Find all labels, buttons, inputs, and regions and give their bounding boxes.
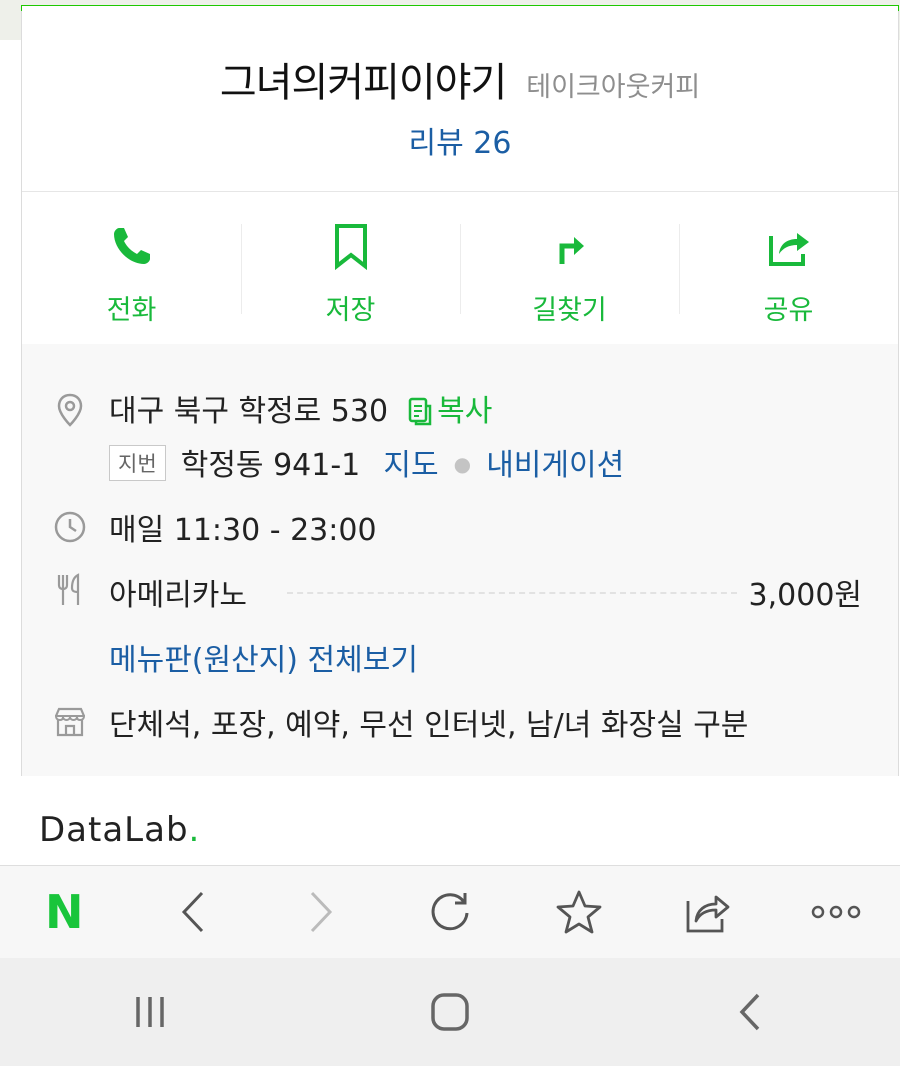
road-address: 대구 북구 학정로 530	[109, 394, 389, 429]
forward-icon	[311, 891, 333, 933]
place-name: 그녀의커피이야기	[219, 60, 507, 106]
separator-dot: ●	[453, 452, 472, 476]
refresh-button[interactable]	[386, 866, 515, 959]
share-icon	[768, 233, 809, 266]
jibeon-badge: 지번	[109, 445, 166, 481]
forward-button[interactable]	[257, 866, 386, 959]
more-icon	[811, 905, 860, 919]
back-button[interactable]	[129, 866, 258, 959]
recent-apps-icon	[136, 997, 164, 1027]
location-pin-icon	[57, 393, 83, 427]
call-button[interactable]: 전화	[22, 192, 241, 344]
datalab-dot: .	[188, 810, 201, 850]
system-nav-bar	[0, 958, 900, 1066]
clock-icon	[54, 511, 86, 543]
browser-share-button[interactable]	[643, 866, 772, 959]
business-hours: 매일 11:30 - 23:00	[109, 513, 377, 548]
save-button[interactable]: 저장	[241, 192, 460, 344]
fork-knife-icon	[57, 573, 80, 605]
jibeon-address: 학정동 941-1	[180, 448, 361, 483]
menu-leader-line	[287, 592, 737, 594]
copy-label: 복사	[437, 394, 493, 429]
datalab-logo[interactable]: DataLab.	[39, 810, 200, 850]
naver-logo: N	[45, 885, 84, 939]
title-row: 그녀의커피이야기 테이크아웃커피	[22, 50, 898, 108]
home-icon	[431, 993, 469, 1031]
menu-all-link[interactable]: 메뉴판(원산지) 전체보기	[109, 635, 418, 679]
place-info: 대구 북구 학정로 530 복사 지번 학정동 941-1 지도 ● 내비게이션	[22, 344, 898, 776]
call-label: 전화	[106, 295, 157, 326]
menu-item-name: 아메리카노	[109, 578, 247, 613]
bookmark-icon	[334, 224, 367, 270]
phone-icon	[113, 228, 150, 264]
action-bar: 전화 저장 길찾기 공유	[22, 192, 898, 344]
copy-icon	[408, 397, 432, 426]
menu-item-price: 3,000원	[748, 578, 862, 613]
chevron-left-icon	[739, 993, 760, 1031]
directions-icon	[559, 237, 584, 264]
datalab-text: DataLab	[39, 810, 189, 850]
store-icon	[54, 707, 86, 737]
system-back-button[interactable]	[600, 958, 900, 1066]
share-button[interactable]: 공유	[679, 192, 898, 344]
copy-address-button[interactable]: 복사	[407, 394, 492, 429]
browser-toolbar: N	[0, 865, 900, 958]
navigation-link[interactable]: 내비게이션	[486, 448, 624, 483]
back-icon	[181, 891, 203, 933]
naver-home-button[interactable]: N	[0, 866, 129, 959]
share-icon	[686, 895, 730, 933]
more-button[interactable]	[771, 866, 900, 959]
review-link[interactable]: 리뷰 26	[22, 118, 898, 162]
share-label: 공유	[763, 295, 814, 326]
star-icon	[556, 890, 601, 934]
directions-label: 길찾기	[532, 295, 607, 326]
amenities-text: 단체석, 포장, 예약, 무선 인터넷, 남/녀 화장실 구분	[109, 708, 749, 743]
directions-button[interactable]: 길찾기	[460, 192, 679, 344]
refresh-icon	[431, 893, 469, 931]
bookmark-star-button[interactable]	[514, 866, 643, 959]
map-link[interactable]: 지도	[383, 448, 438, 483]
place-category: 테이크아웃커피	[526, 72, 701, 103]
place-card: 그녀의커피이야기 테이크아웃커피 리뷰 26 전화 저장 길찾기 공유 대구 북…	[21, 5, 899, 776]
save-label: 저장	[325, 295, 376, 326]
home-button[interactable]	[300, 958, 600, 1066]
recent-apps-button[interactable]	[0, 958, 300, 1066]
title-area: 그녀의커피이야기 테이크아웃커피 리뷰 26	[22, 6, 898, 191]
